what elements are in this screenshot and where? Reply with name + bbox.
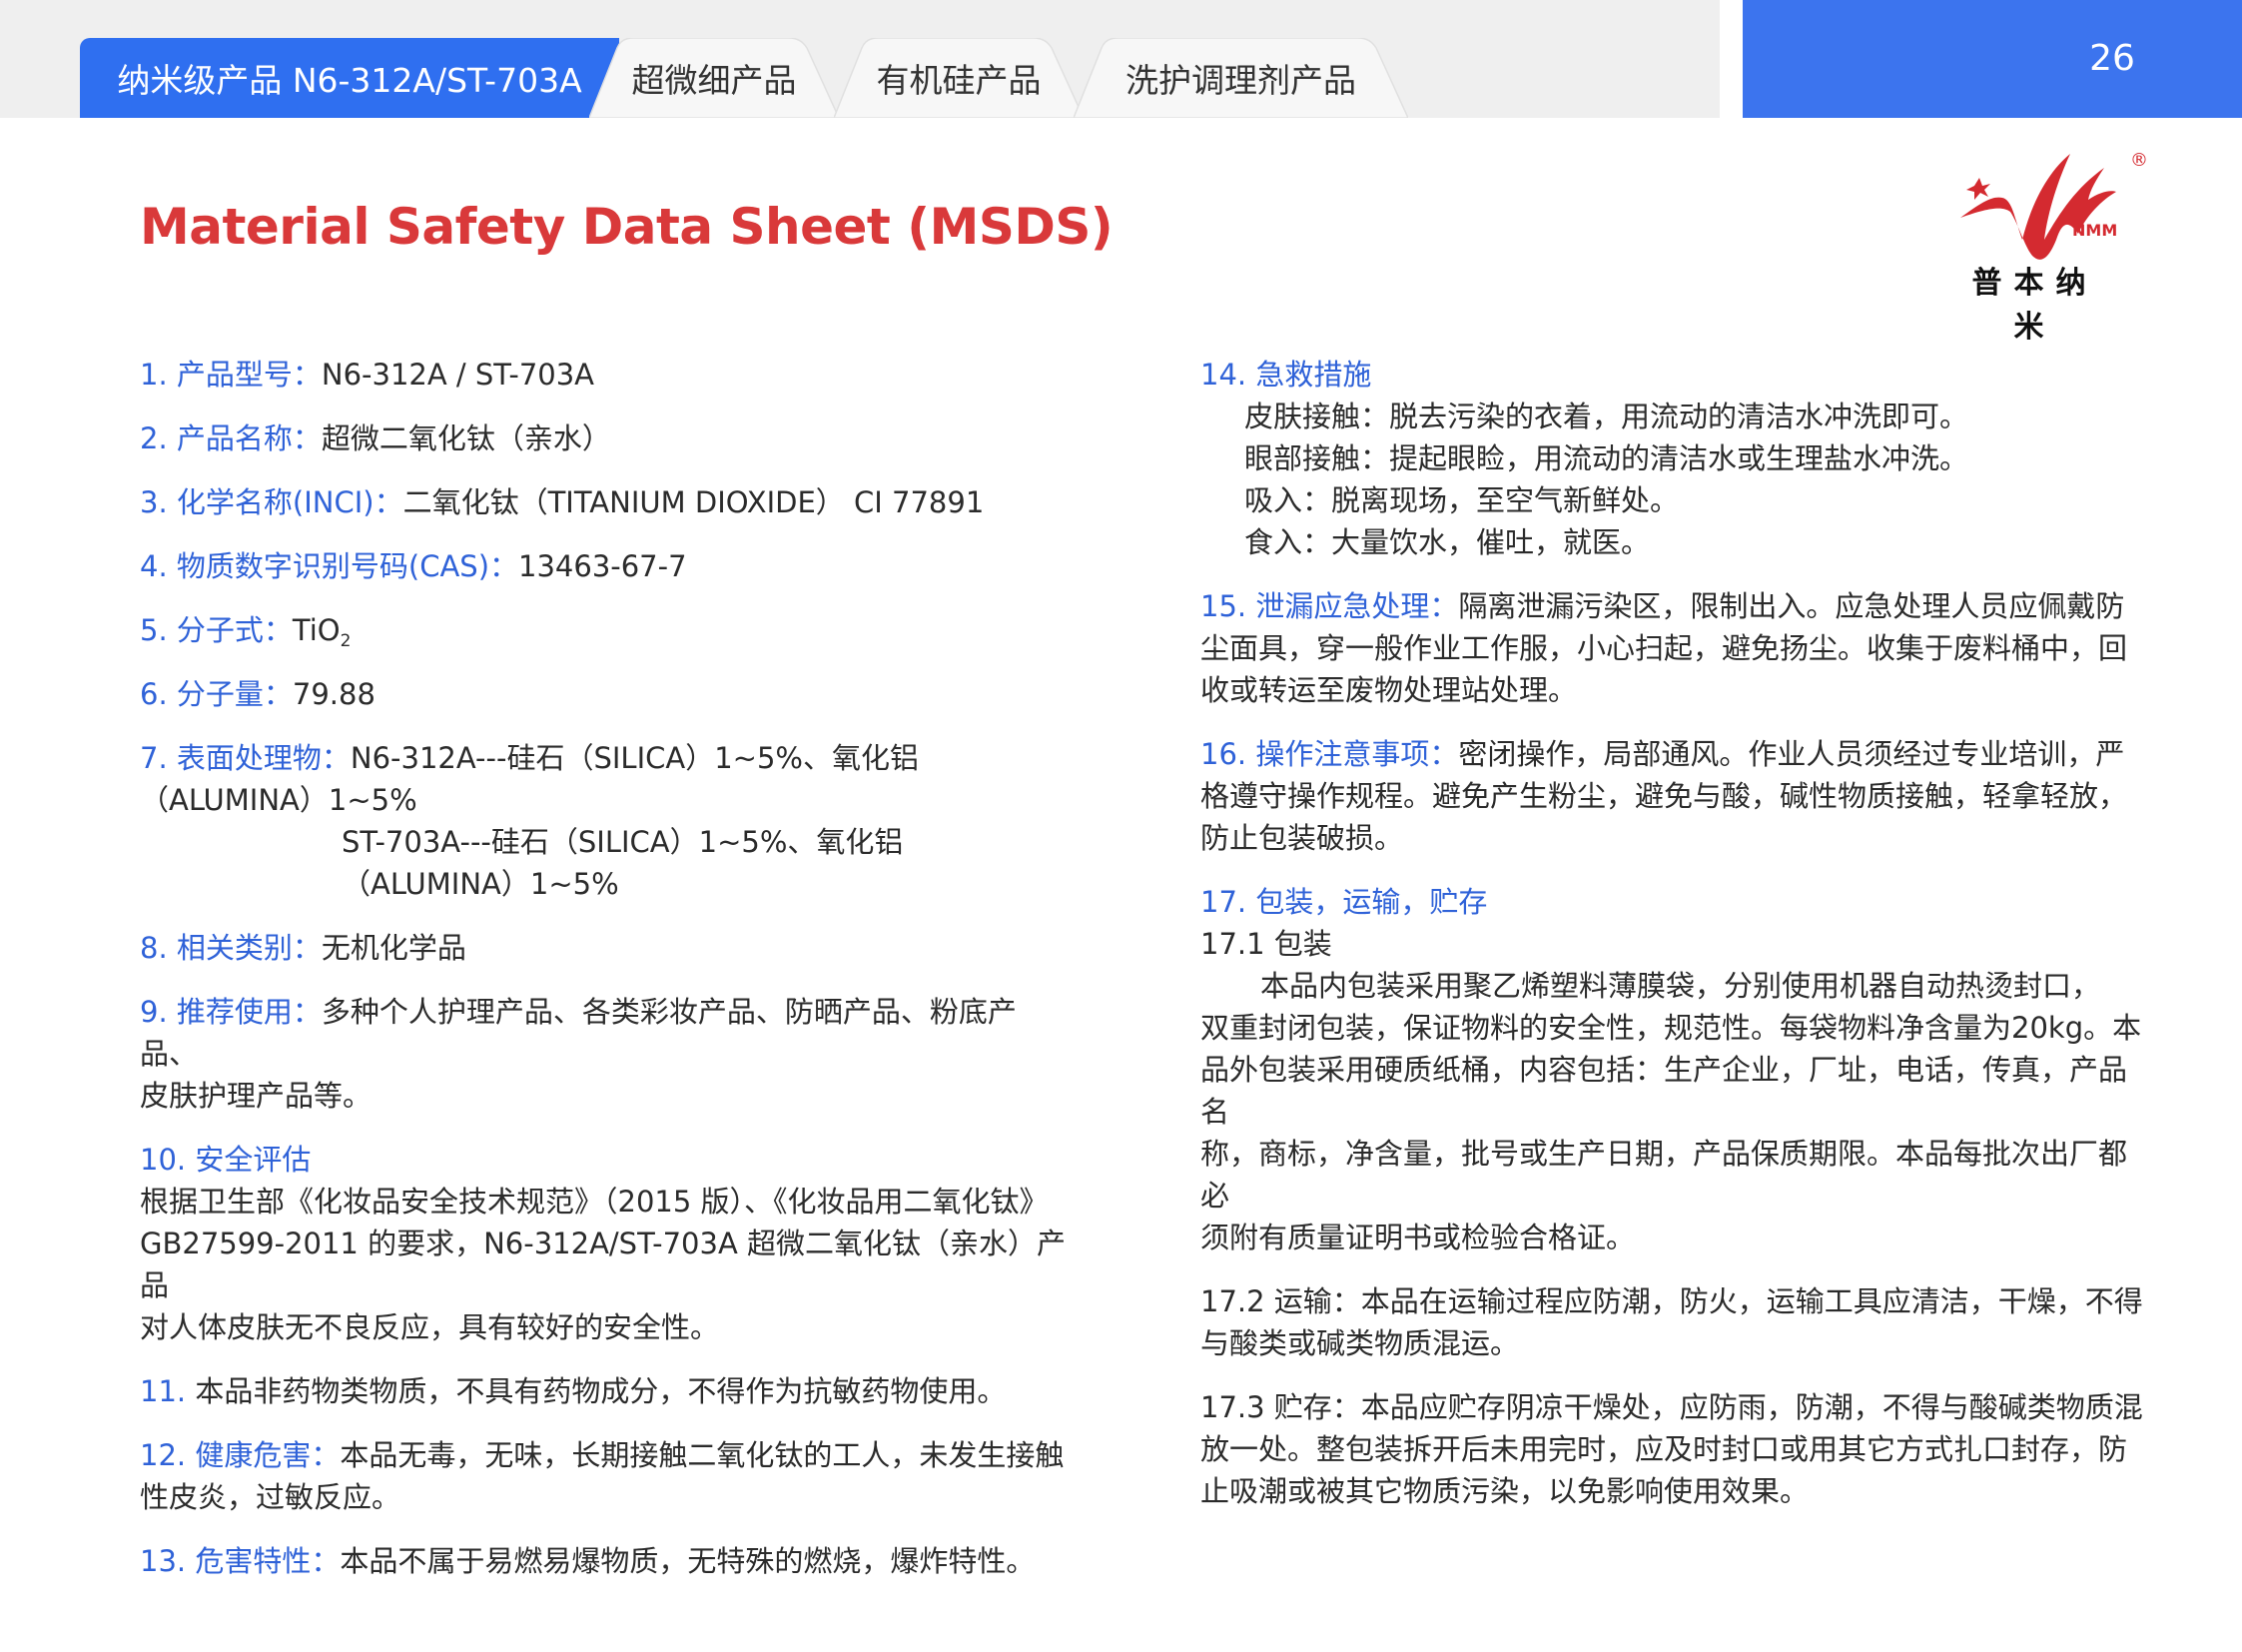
item-label: 14. 急救措施 (1200, 358, 1372, 392)
item-label: 9. 推荐使用： (140, 995, 322, 1029)
msds-item-5: 5. 分子式：TiO2 (140, 609, 1069, 651)
tab-ultrafine-products[interactable]: 超微细产品 (589, 38, 839, 118)
tab-conditioner-products[interactable]: 洗护调理剂产品 (1074, 38, 1408, 118)
item-label: 11. (140, 1374, 196, 1408)
left-column: 1. 产品型号：N6-312A / ST-703A 2. 产品名称：超微二氧化钛… (140, 354, 1069, 1604)
item-value: 79.88 (292, 677, 375, 711)
item-line: 根据卫生部《化妆品安全技术规范》（2015 版）、《化妆品用二氧化钛》 (140, 1185, 1049, 1219)
msds-item-7: 7. 表面处理物：N6-312A---硅石（SILICA）1~5%、氧化铝（AL… (140, 737, 1069, 905)
item-label: 15. 泄漏应急处理： (1200, 589, 1459, 623)
page-number-box (1743, 0, 2242, 118)
item-line: 17.3 贮存：本品应贮存阴凉干燥处，应防雨，防潮，不得与酸碱类物质混 (1200, 1390, 2143, 1424)
item-label: 7. 表面处理物： (140, 741, 351, 775)
tab-label: 超微细产品 (631, 61, 797, 100)
logo-chinese-name: 普本纳米 (1971, 266, 2098, 345)
item-label: 1. 产品型号： (140, 358, 322, 392)
item-line: 隔离泄漏污染区，限制出入。应急处理人员应佩戴防 (1458, 589, 2125, 623)
right-column: 14. 急救措施 皮肤接触：脱去污染的衣着，用流动的清洁水冲洗即可。 眼部接触：… (1200, 354, 2149, 1534)
item-value: 本品不属于易燃易爆物质，无特殊的燃烧，爆炸特性。 (340, 1544, 1036, 1578)
msds-item-1: 1. 产品型号：N6-312A / ST-703A (140, 354, 1069, 396)
item-line: GB27599-2011 的要求，N6-312A/ST-703A 超微二氧化钛（… (140, 1227, 1067, 1302)
item-value: 无机化学品 (321, 931, 466, 965)
msds-item-17-2: 17.2 运输：本品在运输过程应防潮，防火，运输工具应清洁，干燥，不得 与酸类或… (1200, 1280, 2149, 1364)
item-line: 皮肤护理产品等。 (140, 1079, 373, 1113)
item-line: 格遵守操作规程。避免产生粉尘，避免与酸，碱性物质接触，轻拿轻放， (1200, 779, 2128, 813)
item-label: 12. 健康危害： (140, 1438, 341, 1472)
item-line: 皮肤接触：脱去污染的衣着，用流动的清洁水冲洗即可。 (1244, 400, 1969, 433)
item-line: ST-703A---硅石（SILICA）1~5%、氧化铝（ALUMINA）1~5… (342, 825, 904, 901)
item-line: 品外包装采用硬质纸桶，内容包括：生产企业，厂址，电话，传真，产品名 (1200, 1053, 2128, 1129)
msds-item-9: 9. 推荐使用：多种个人护理产品、各类彩妆产品、防晒产品、粉底产品、 皮肤护理产… (140, 991, 1069, 1117)
msds-item-15: 15. 泄漏应急处理：隔离泄漏污染区，限制出入。应急处理人员应佩戴防 尘面具，穿… (1200, 585, 2149, 711)
item-line: 本品内包装采用聚乙烯塑料薄膜袋，分别使用机器自动热烫封口， (1260, 969, 2101, 1003)
item-line: 收或转运至废物处理站处理。 (1200, 673, 1578, 707)
item-line: 对人体皮肤无不良反应，具有较好的安全性。 (140, 1310, 720, 1344)
msds-item-8: 8. 相关类别：无机化学品 (140, 927, 1069, 969)
item-line: 吸入：脱离现场，至空气新鲜处。 (1244, 483, 1680, 517)
item-label: 10. 安全评估 (140, 1143, 312, 1177)
tab-label: 有机硅产品 (876, 61, 1042, 100)
item-label: 13. 危害特性： (140, 1544, 341, 1578)
registered-mark: ® (2130, 150, 2148, 171)
item-label: 2. 产品名称： (140, 421, 322, 455)
subscript: 2 (340, 631, 352, 651)
item-value: N6-312A / ST-703A (321, 358, 595, 392)
item-line: 与酸类或碱类物质混运。 (1200, 1326, 1520, 1360)
msds-item-13: 13. 危害特性：本品不属于易燃易爆物质，无特殊的燃烧，爆炸特性。 (140, 1540, 1069, 1582)
item-label: 17. 包装，运输，贮存 (1200, 885, 1488, 919)
item-value: 本品非药物类物质，不具有药物成分，不得作为抗敏药物使用。 (195, 1374, 1007, 1408)
item-line: 止吸潮或被其它物质污染，以免影响使用效果。 (1200, 1474, 1810, 1508)
item-label: 3. 化学名称(INCI)： (140, 485, 403, 519)
item-line: 本品无毒，无味，长期接触二氧化钛的工人，未发生接触 (340, 1438, 1065, 1472)
logo-text: NMM (2072, 221, 2117, 240)
tab-label: 纳米级产品 N6-312A/ST-703A (117, 61, 582, 100)
item-label: 4. 物质数字识别号码(CAS)： (140, 549, 519, 583)
msds-item-17-3: 17.3 贮存：本品应贮存阴凉干燥处，应防雨，防潮，不得与酸碱类物质混 放一处。… (1200, 1386, 2149, 1512)
item-line: 须附有质量证明书或检验合格证。 (1200, 1221, 1636, 1254)
item-label: 5. 分子式： (140, 613, 293, 647)
page-number: 26 (2089, 38, 2135, 79)
msds-item-2: 2. 产品名称：超微二氧化钛（亲水） (140, 417, 1069, 459)
item-label: 16. 操作注意事项： (1200, 737, 1459, 771)
tab-nano-products[interactable]: 纳米级产品 N6-312A/ST-703A (80, 38, 619, 118)
tab-silicone-products[interactable]: 有机硅产品 (834, 38, 1084, 118)
item-line: 食入：大量饮水，催吐，就医。 (1244, 525, 1651, 559)
item-label: 6. 分子量： (140, 677, 293, 711)
item-line: 称，商标，净含量，批号或生产日期，产品保质期限。本品每批次出厂都必 (1200, 1137, 2128, 1213)
tab-label: 洗护调理剂产品 (1125, 61, 1356, 100)
msds-item-12: 12. 健康危害：本品无毒，无味，长期接触二氧化钛的工人，未发生接触 性皮炎，过… (140, 1434, 1069, 1518)
item-line: 性皮炎，过敏反应。 (140, 1480, 401, 1514)
msds-item-6: 6. 分子量：79.88 (140, 673, 1069, 715)
item-value: 超微二氧化钛（亲水） (321, 421, 611, 455)
item-line: 防止包装破损。 (1200, 821, 1404, 855)
item-line: 放一处。整包装拆开后未用完时，应及时封口或用其它方式扎口封存，防 (1200, 1432, 2128, 1466)
msds-item-14: 14. 急救措施 皮肤接触：脱去污染的衣着，用流动的清洁水冲洗即可。 眼部接触：… (1200, 354, 2149, 563)
subsection-title: 17.1 包装 (1200, 927, 1332, 961)
item-line: 双重封闭包装，保证物料的安全性，规范性。每袋物料净含量为20kg。本 (1200, 1011, 2142, 1045)
msds-item-11: 11. 本品非药物类物质，不具有药物成分，不得作为抗敏药物使用。 (140, 1370, 1069, 1412)
item-line: 眼部接触：提起眼睑，用流动的清洁水或生理盐水冲洗。 (1244, 441, 1969, 475)
msds-item-3: 3. 化学名称(INCI)：二氧化钛（TITANIUM DIOXIDE） CI … (140, 481, 1069, 523)
msds-item-17: 17. 包装，运输，贮存 17.1 包装 本品内包装采用聚乙烯塑料薄膜袋，分别使… (1200, 881, 2149, 1258)
item-value: 13463-67-7 (518, 549, 687, 583)
item-line: 密闭操作，局部通风。作业人员须经过专业培训，严 (1458, 737, 2125, 771)
msds-item-10: 10. 安全评估 根据卫生部《化妆品安全技术规范》（2015 版）、《化妆品用二… (140, 1139, 1069, 1348)
msds-item-16: 16. 操作注意事项：密闭操作，局部通风。作业人员须经过专业培训，严 格遵守操作… (1200, 733, 2149, 859)
page-title: Material Safety Data Sheet (MSDS) (140, 198, 1114, 256)
msds-item-4: 4. 物质数字识别号码(CAS)：13463-67-7 (140, 545, 1069, 587)
item-line: 17.2 运输：本品在运输过程应防潮，防火，运输工具应清洁，干燥，不得 (1200, 1284, 2143, 1318)
item-label: 8. 相关类别： (140, 931, 322, 965)
star-icon (1966, 178, 1990, 200)
item-value: 二氧化钛（TITANIUM DIOXIDE） CI 77891 (402, 485, 985, 519)
item-value: TiO (292, 613, 341, 647)
item-line: 尘面具，穿一般作业工作服，小心扫起，避免扬尘。收集于废料桶中，回 (1200, 631, 2128, 665)
